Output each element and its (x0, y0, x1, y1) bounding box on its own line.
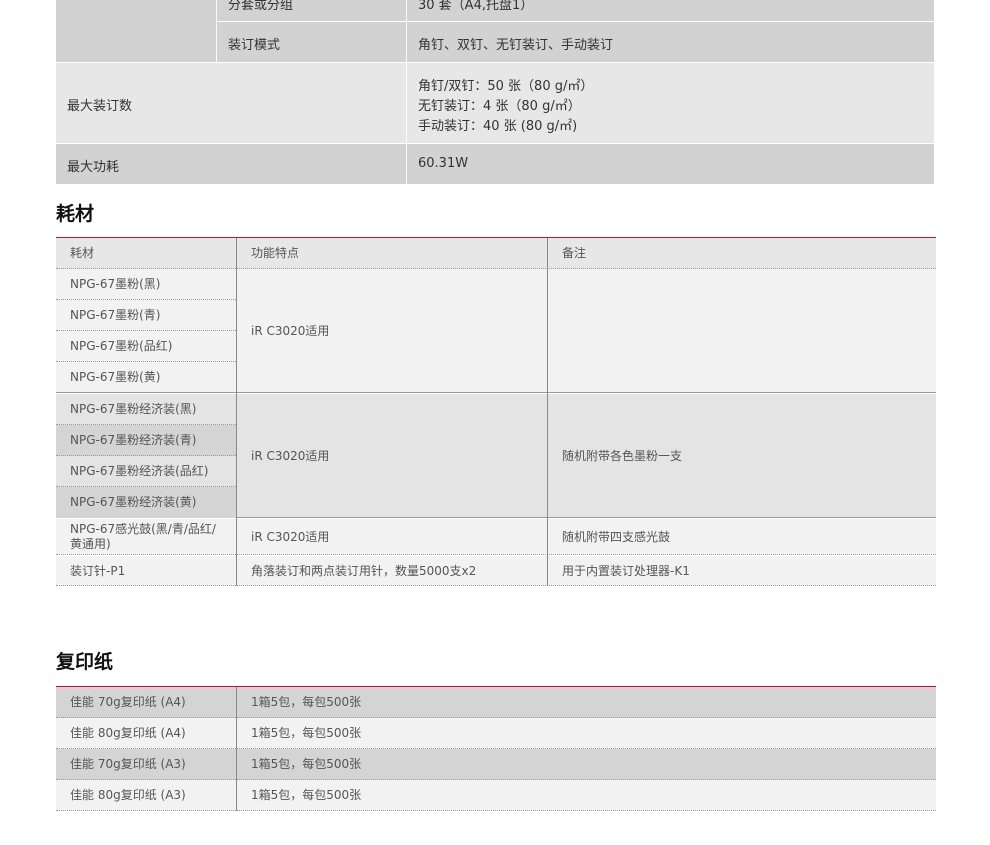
consumables-table: 耗材 功能特点 备注 NPG-67墨粉(黑) NPG-67墨粉(青) NPG-6… (56, 237, 936, 586)
list-item: NPG-67墨粉(黑) (56, 269, 236, 300)
note-cell (548, 269, 936, 393)
list-item: NPG-67墨粉经济装(品红) (56, 456, 236, 487)
spec-row-max-power (56, 144, 934, 184)
spec-label: 最大功耗 (67, 160, 120, 175)
spec-sub-label: 装订模式 (228, 38, 281, 53)
paper-desc: 1箱5包，每包500张 (251, 726, 362, 740)
column-divider (547, 238, 548, 586)
list-item: NPG-67墨粉(品红) (56, 331, 236, 362)
paper-name: 佳能 80g复印纸 (A3) (70, 788, 186, 802)
spec-divider (406, 0, 407, 184)
feature-cell: iR C3020适用 (251, 323, 330, 338)
column-divider (236, 687, 237, 811)
consumables-title: 耗材 (56, 203, 95, 225)
paper-name: 佳能 70g复印纸 (A3) (70, 757, 186, 771)
spec-label: 最大装订数 (67, 99, 133, 114)
feature-cell: 角落装订和两点装订用针，数量5000支x2 (251, 563, 477, 578)
paper-name: 佳能 80g复印纸 (A4) (70, 726, 186, 740)
spec-value-line: 手动装订：40 张 (80 g/㎡) (418, 119, 578, 134)
spec-sub-label: 分套或分组 (228, 0, 294, 13)
list-item: NPG-67墨粉(黄) (70, 370, 161, 384)
spec-group-label-cell (56, 0, 216, 62)
spec-value-line: 无钉装订：4 张（80 g/㎡） (418, 99, 581, 114)
paper-desc: 1箱5包，每包500张 (251, 757, 362, 771)
paper-title: 复印纸 (56, 651, 114, 673)
paper-name: 佳能 70g复印纸 (A4) (70, 695, 186, 709)
paper-desc: 1箱5包，每包500张 (251, 788, 362, 802)
paper-desc: 1箱5包，每包500张 (251, 695, 362, 709)
list-item: NPG-67墨粉经济装(黄) (56, 487, 236, 518)
note-cell: 随机附带各色墨粉一支 (562, 448, 683, 463)
header-note: 备注 (562, 246, 587, 260)
column-divider (236, 238, 237, 586)
spec-value: 角钉、双钉、无钉装订、手动装订 (418, 38, 614, 53)
spec-value: 30 套（A4,托盘1） (418, 0, 534, 13)
spec-divider (216, 0, 217, 62)
feature-cell: iR C3020适用 (251, 448, 330, 463)
staple-item: 装订针-P1 (70, 563, 126, 578)
drum-item: NPG-67感光鼓(黑/青/品红/ 黄通用) (56, 519, 236, 555)
note-cell: 随机附带四支感光鼓 (562, 529, 671, 544)
list-item: NPG-67墨粉经济装(青) (56, 425, 236, 456)
drum-item-line: NPG-67感光鼓(黑/青/品红/ (70, 522, 216, 536)
spec-row-sort (217, 0, 934, 21)
spec-value-line: 角钉/双钉：50 张（80 g/㎡） (418, 79, 594, 94)
paper-table: 佳能 70g复印纸 (A4) 1箱5包，每包500张 佳能 80g复印纸 (A4… (56, 686, 936, 811)
drum-item-line: 黄通用) (70, 537, 111, 551)
list-item: NPG-67墨粉经济装(黑) (56, 394, 236, 425)
list-item: NPG-67墨粉(青) (56, 300, 236, 331)
feature-cell: iR C3020适用 (251, 529, 330, 544)
header-feature: 功能特点 (251, 246, 300, 260)
spec-value: 60.31W (418, 156, 469, 171)
note-cell: 用于内置装订处理器-K1 (562, 563, 690, 578)
header-item: 耗材 (70, 246, 95, 260)
